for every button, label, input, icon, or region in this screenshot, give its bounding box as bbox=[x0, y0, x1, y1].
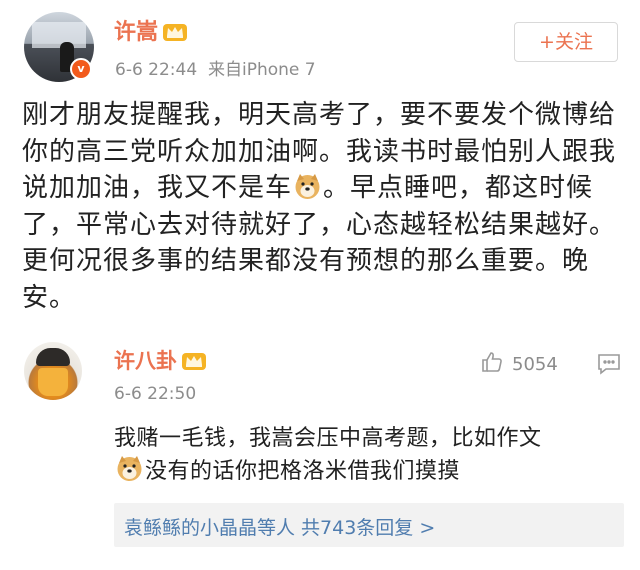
crown-icon bbox=[181, 351, 207, 371]
reply-body: 我赌一毛钱，我嵩会压中高考题，比如作文没有的话你把格洛米借我们摸摸 bbox=[114, 422, 624, 488]
reply-text-part-1: 我赌一毛钱，我嵩会压中高考题，比如作文 bbox=[114, 426, 542, 451]
reply-author-row[interactable]: 许八卦 bbox=[114, 345, 207, 375]
avatar-cup-shape bbox=[38, 368, 68, 396]
post-meta: 6-6 22:44 来自iPhone 7 bbox=[115, 55, 316, 80]
verified-badge: v bbox=[70, 58, 92, 80]
more-replies-link[interactable]: 袁鲧鲧的小晶晶等人 共743条回复 > bbox=[114, 503, 624, 547]
more-replies-text[interactable]: 袁鲧鲧的小晶晶等人 共743条回复 > bbox=[124, 513, 435, 540]
like-count: 5054 bbox=[512, 354, 558, 375]
author-name[interactable]: 许嵩 bbox=[114, 20, 158, 45]
avatar-hat-shape bbox=[36, 348, 70, 366]
crown-icon bbox=[162, 22, 188, 42]
reply-author-name[interactable]: 许八卦 bbox=[114, 349, 177, 373]
doge-emoji-icon bbox=[294, 173, 321, 200]
post-source: 来自iPhone 7 bbox=[207, 60, 316, 80]
avatar-window-shape bbox=[32, 22, 86, 48]
like-button[interactable]: 5054 bbox=[480, 350, 558, 379]
thumbs-up-icon bbox=[480, 350, 504, 379]
follow-button[interactable]: +关注 bbox=[514, 22, 618, 62]
reply-text-part-2: 没有的话你把格洛米借我们摸摸 bbox=[145, 459, 461, 484]
post-timestamp: 6-6 22:44 bbox=[115, 60, 198, 80]
comment-icon[interactable] bbox=[597, 353, 621, 375]
doge-emoji-icon bbox=[116, 455, 143, 482]
post-body: 刚才朋友提醒我，明天高考了，要不要发个微博给你的高三党听众加加油啊。我读书时最怕… bbox=[22, 97, 622, 316]
reply-timestamp: 6-6 22:50 bbox=[114, 384, 197, 404]
reply-author-avatar[interactable] bbox=[24, 342, 82, 400]
author-name-row[interactable]: 许嵩 bbox=[114, 14, 188, 46]
